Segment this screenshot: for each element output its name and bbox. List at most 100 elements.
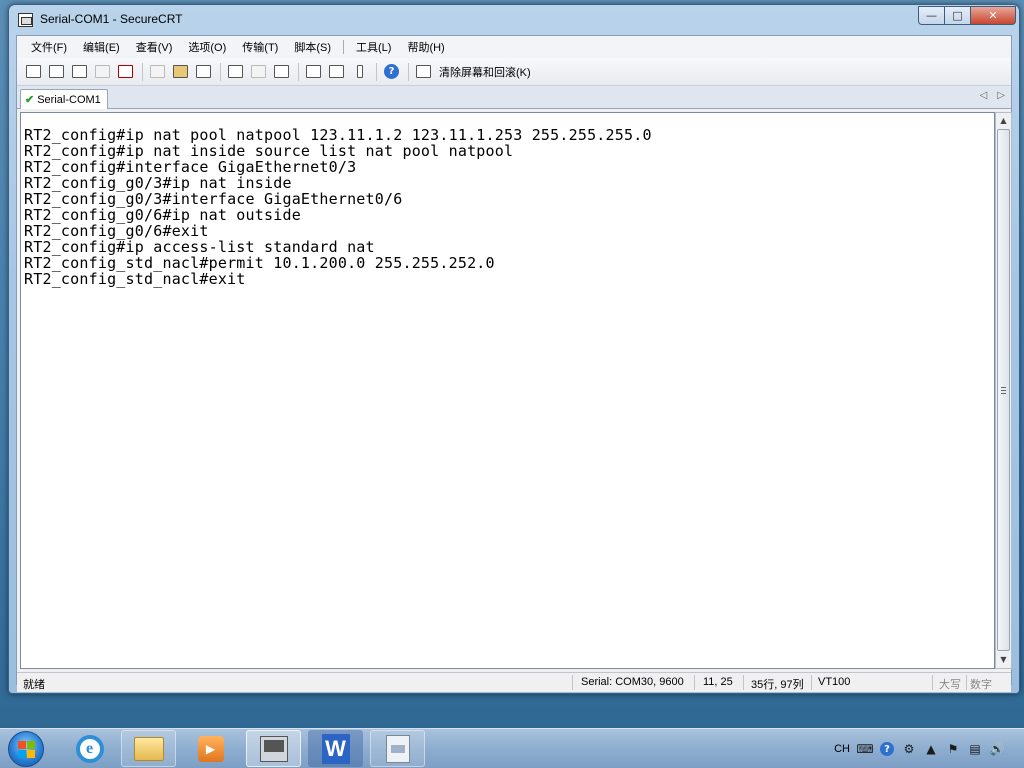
- taskbar-internet-explorer[interactable]: e: [62, 730, 117, 767]
- scroll-up-icon[interactable]: ▲: [996, 114, 1011, 128]
- menu-bar: 文件(F) 编辑(E) 查看(V) 选项(O) 传输(T) 脚本(S) 工具(L…: [17, 36, 1011, 58]
- language-indicator[interactable]: CH: [834, 743, 850, 755]
- print-screen-icon[interactable]: [225, 62, 246, 82]
- toolbar: ? 清除屏幕和回滚(K): [17, 58, 1011, 86]
- disconnect-icon[interactable]: [115, 62, 136, 82]
- quick-connect-icon[interactable]: [46, 62, 67, 82]
- paste-icon[interactable]: [170, 62, 191, 82]
- status-caps-lock: 大写: [939, 679, 961, 691]
- tab-navigation: ◁ ▷: [980, 90, 1005, 101]
- status-divider: [743, 675, 744, 690]
- title-bar[interactable]: Serial-COM1 - SecureCRT — □ ✕: [9, 5, 1019, 35]
- status-connection: Serial: COM30, 9600: [581, 676, 684, 688]
- help-icon[interactable]: ?: [381, 62, 402, 82]
- window-title: Serial-COM1 - SecureCRT: [40, 12, 183, 26]
- status-divider: [932, 675, 933, 690]
- keyboard-icon[interactable]: ⌨: [856, 742, 873, 756]
- terminal-line: RT2_config_std_nacl#permit 10.1.200.0 25…: [24, 254, 495, 272]
- client-area: 文件(F) 编辑(E) 查看(V) 选项(O) 传输(T) 脚本(S) 工具(L…: [16, 35, 1012, 692]
- global-options-icon[interactable]: [326, 62, 347, 82]
- connect-icon[interactable]: [23, 62, 44, 82]
- terminal-line: RT2_config_g0/6#exit: [24, 222, 209, 240]
- taskbar-document-viewer[interactable]: [370, 730, 425, 767]
- wps-writer-icon: W: [321, 733, 350, 764]
- tab-label: Serial-COM1: [37, 93, 101, 106]
- scroll-thumb[interactable]: [997, 129, 1010, 651]
- taskbar-securecrt[interactable]: [246, 730, 301, 767]
- toolbar-divider: [376, 62, 377, 81]
- menu-file[interactable]: 文件(F): [23, 39, 75, 55]
- terminal-screen[interactable]: RT2_config#ip nat pool natpool 123.11.1.…: [20, 112, 995, 669]
- copy-icon[interactable]: [147, 62, 168, 82]
- terminal-line: RT2_config#ip nat pool natpool 123.11.1.…: [24, 126, 652, 144]
- document-icon: [385, 734, 410, 763]
- show-hidden-icons-icon[interactable]: ▲: [924, 742, 938, 756]
- media-player-icon: ▶: [197, 735, 224, 762]
- toolbar-divider: [142, 62, 143, 81]
- connect-in-tab-icon[interactable]: [69, 62, 90, 82]
- network-icon[interactable]: ▤: [968, 742, 982, 756]
- taskbar-media-player[interactable]: ▶: [183, 730, 238, 767]
- terminal-lines: RT2_config#ip nat pool natpool 123.11.1.…: [24, 127, 652, 287]
- start-button[interactable]: [8, 731, 44, 767]
- status-cursor-position: 11, 25: [703, 676, 733, 688]
- tab-serial-com1[interactable]: ✔ Serial-COM1: [20, 89, 108, 109]
- menu-divider: [343, 40, 344, 54]
- clear-screen-icon[interactable]: [413, 62, 434, 82]
- status-ready: 就绪: [23, 679, 45, 691]
- terminal-line: RT2_config#ip access-list standard nat: [24, 238, 375, 256]
- terminal-line: RT2_config#ip nat inside source list nat…: [24, 142, 514, 160]
- status-divider: [811, 675, 812, 690]
- help-tray-icon[interactable]: ?: [880, 742, 894, 756]
- terminal-line: RT2_config_std_nacl#exit: [24, 270, 246, 288]
- status-screen-size: 35行, 97列: [751, 679, 804, 691]
- securecrt-window: Serial-COM1 - SecureCRT — □ ✕ 文件(F) 编辑(E…: [8, 4, 1020, 694]
- status-divider: [694, 675, 695, 690]
- tab-scroll-right-icon[interactable]: ▷: [997, 90, 1005, 101]
- securecrt-app-icon[interactable]: [18, 13, 33, 27]
- menu-options[interactable]: 选项(O): [180, 39, 234, 55]
- menu-help[interactable]: 帮助(H): [399, 39, 452, 55]
- menu-tools[interactable]: 工具(L): [348, 39, 399, 55]
- terminal-line: RT2_config#interface GigaEthernet0/3: [24, 158, 357, 176]
- status-divider: [572, 675, 573, 690]
- vertical-scrollbar[interactable]: ▲ ▼: [995, 112, 1012, 669]
- menu-transfer[interactable]: 传输(T): [234, 39, 286, 55]
- caption-buttons: — □ ✕: [918, 6, 1016, 25]
- action-center-flag-icon[interactable]: ⚑: [946, 742, 960, 756]
- windows-logo-icon: [18, 741, 36, 759]
- system-tray: CH ⌨ ? ⚙ ▲ ⚑ ▤ 🔊: [834, 729, 1024, 768]
- toolbar-divider: [220, 62, 221, 81]
- tab-bar: ✔ Serial-COM1 ◁ ▷: [17, 86, 1011, 109]
- toolbar-divider: [408, 62, 409, 81]
- find-icon[interactable]: [193, 62, 214, 82]
- grip-icon: [1001, 387, 1006, 394]
- connected-check-icon: ✔: [25, 94, 35, 106]
- tray-settings-icon[interactable]: ⚙: [902, 742, 916, 756]
- maximize-button[interactable]: □: [944, 6, 971, 25]
- session-options-icon[interactable]: [303, 62, 324, 82]
- print-selection-icon[interactable]: [248, 62, 269, 82]
- taskbar: e ▶ W CH ⌨ ? ⚙ ▲ ⚑ ▤ 🔊: [0, 728, 1024, 768]
- close-button[interactable]: ✕: [970, 6, 1016, 25]
- terminal-line: RT2_config_g0/3#interface GigaEthernet0/…: [24, 190, 403, 208]
- scroll-down-icon[interactable]: ▼: [996, 653, 1011, 667]
- taskbar-wps-writer[interactable]: W: [308, 730, 363, 767]
- minimize-button[interactable]: —: [918, 6, 945, 25]
- status-bar: 就绪 Serial: COM30, 9600 11, 25 35行, 97列 V…: [17, 672, 1011, 692]
- keymap-icon[interactable]: [349, 62, 370, 82]
- status-divider: [966, 675, 967, 690]
- terminal-line: RT2_config_g0/3#ip nat inside: [24, 174, 292, 192]
- volume-icon[interactable]: 🔊: [990, 742, 1005, 756]
- menu-script[interactable]: 脚本(S): [286, 39, 339, 55]
- status-num-lock: 数字: [970, 679, 992, 691]
- tab-scroll-left-icon[interactable]: ◁: [980, 90, 988, 101]
- print-icon[interactable]: [271, 62, 292, 82]
- taskbar-file-explorer[interactable]: [121, 730, 176, 767]
- toolbar-divider: [298, 62, 299, 81]
- menu-view[interactable]: 查看(V): [128, 39, 181, 55]
- menu-edit[interactable]: 编辑(E): [75, 39, 128, 55]
- reconnect-icon[interactable]: [92, 62, 113, 82]
- internet-explorer-icon: e: [75, 734, 104, 763]
- clear-screen-button[interactable]: 清除屏幕和回滚(K): [439, 64, 531, 80]
